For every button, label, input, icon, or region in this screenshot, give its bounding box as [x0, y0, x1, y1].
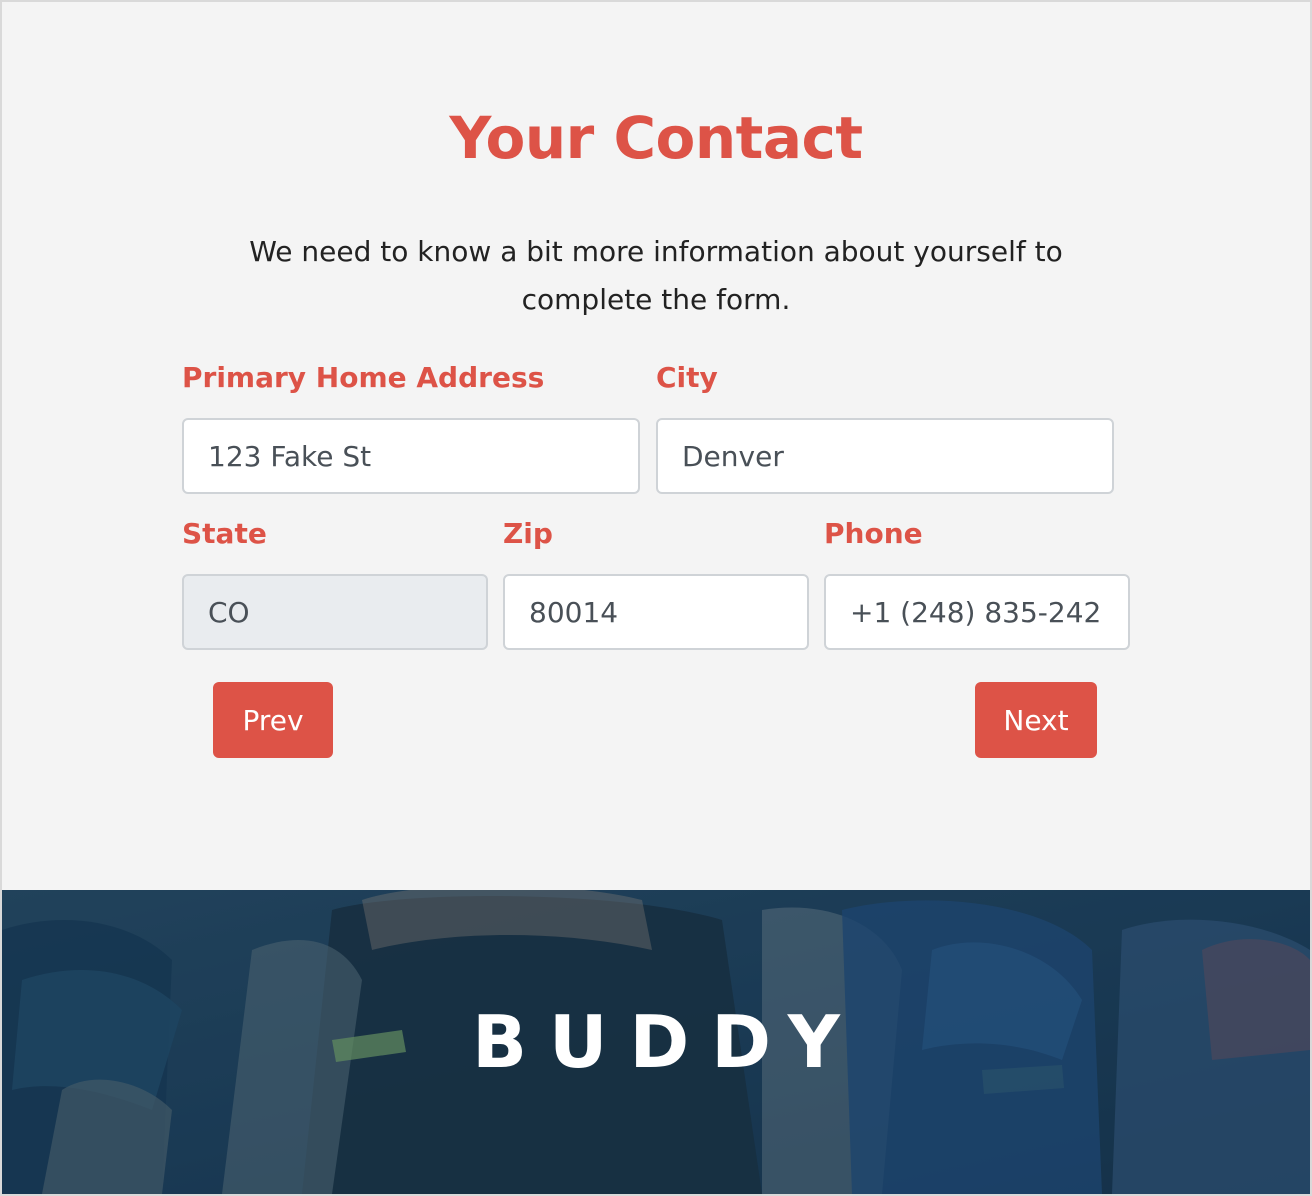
state-label: State: [182, 517, 267, 550]
address-input[interactable]: [182, 418, 640, 494]
next-button[interactable]: Next: [975, 682, 1097, 758]
phone-input[interactable]: [824, 574, 1130, 650]
city-input[interactable]: [656, 418, 1114, 494]
buddy-logo: BUDDY: [472, 1000, 862, 1084]
page-title: Your Contact: [449, 104, 863, 172]
zip-label: Zip: [503, 517, 553, 550]
zip-input[interactable]: [503, 574, 809, 650]
city-label: City: [656, 361, 718, 394]
page-frame: Your Contact We need to know a bit more …: [0, 0, 1312, 1196]
form-subtitle: We need to know a bit more information a…: [249, 235, 1063, 316]
contact-form: Your Contact We need to know a bit more …: [2, 2, 1310, 890]
state-input[interactable]: [182, 574, 488, 650]
prev-button[interactable]: Prev: [213, 682, 333, 758]
footer-banner: BUDDY: [2, 890, 1310, 1194]
address-label: Primary Home Address: [182, 361, 545, 394]
phone-label: Phone: [824, 517, 923, 550]
